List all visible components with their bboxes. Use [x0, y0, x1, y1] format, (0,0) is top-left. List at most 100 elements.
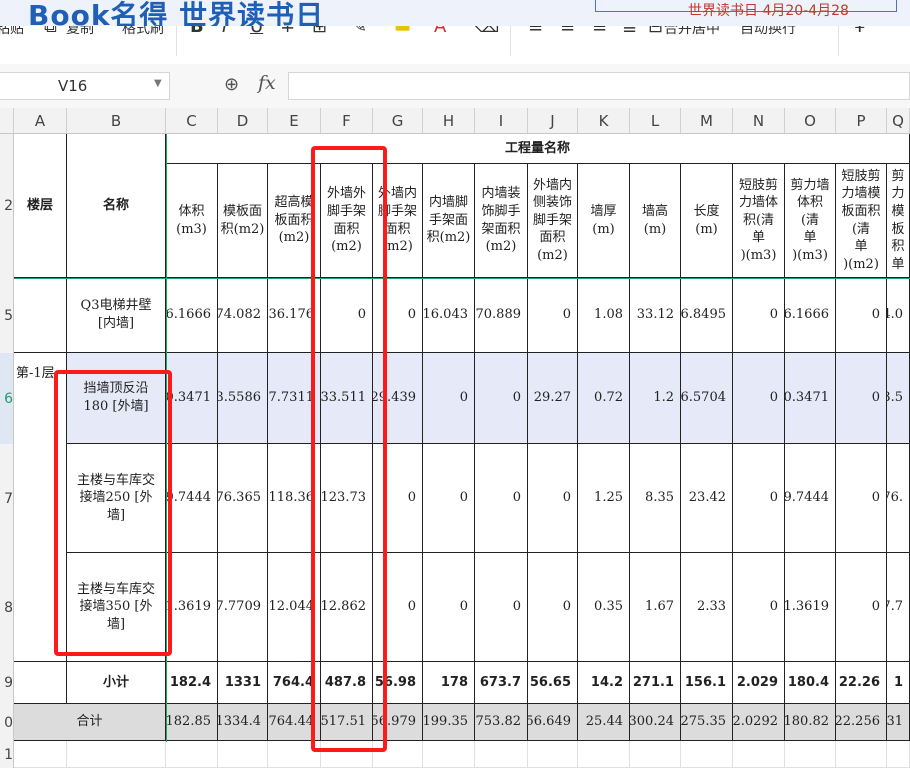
total-cell[interactable]: 56.649: [528, 704, 578, 741]
header-col-j[interactable]: 外墙内 侧装饰 脚手架 面积 (m2): [528, 164, 578, 278]
total-cell[interactable]: 56.979: [373, 704, 423, 741]
total-label[interactable]: 合计: [14, 704, 166, 741]
subtotal-cell[interactable]: 673.7: [475, 662, 528, 704]
header-col-f[interactable]: 外墙外 脚手架 面积 (m2): [321, 164, 373, 278]
copy-button[interactable]: 复制: [66, 26, 94, 38]
floor-cell[interactable]: 第-1层: [14, 353, 67, 662]
column-header-i[interactable]: I: [475, 108, 528, 134]
header-col-g[interactable]: 外墙内 脚手架 面积 (m2): [373, 164, 423, 278]
empty-cell[interactable]: [423, 741, 475, 768]
table-cell[interactable]: 0: [528, 444, 578, 553]
column-header-m[interactable]: M: [681, 108, 733, 134]
column-header-b[interactable]: B: [67, 108, 166, 134]
align-left-icon[interactable]: ≡: [528, 26, 543, 37]
underline-icon[interactable]: U: [250, 26, 263, 37]
subtotal-cell[interactable]: 271.1: [630, 662, 681, 704]
table-cell[interactable]: 0: [836, 353, 887, 444]
subtotal-cell[interactable]: 764.4: [268, 662, 321, 704]
total-cell[interactable]: 25.44: [578, 704, 630, 741]
header-group-title[interactable]: 工程量名称: [166, 134, 910, 164]
table-cell[interactable]: 29.27: [528, 353, 578, 444]
table-cell[interactable]: 0.3471: [166, 353, 218, 444]
total-cell[interactable]: 753.82: [475, 704, 528, 741]
row-name[interactable]: Q3电梯井壁 [内墙]: [67, 278, 166, 353]
table-cell[interactable]: 2.33: [681, 553, 733, 662]
header-col-m[interactable]: 长度 (m): [681, 164, 733, 278]
table-cell[interactable]: 3.5: [887, 353, 910, 444]
table-cell[interactable]: 0: [733, 444, 785, 553]
column-header-e[interactable]: E: [268, 108, 321, 134]
table-cell[interactable]: 0.72: [578, 353, 630, 444]
subtotal-cell[interactable]: 2.029: [733, 662, 785, 704]
table-cell[interactable]: 7.7: [887, 553, 910, 662]
total-cell[interactable]: 22.256: [836, 704, 887, 741]
empty-cell[interactable]: [14, 741, 67, 768]
row-name[interactable]: 挡墙顶反沿 180 [外墙]: [67, 353, 166, 444]
name-box[interactable]: V16 ▼: [0, 72, 170, 100]
table-cell[interactable]: 6.1666: [785, 278, 836, 353]
table-cell[interactable]: 3.5586: [218, 353, 268, 444]
table-cell[interactable]: 33.12: [630, 278, 681, 353]
header-col-i[interactable]: 内墙装 饰脚手 架面积 (m2): [475, 164, 528, 278]
column-header-l[interactable]: L: [630, 108, 681, 134]
table-cell[interactable]: 118.36: [268, 444, 321, 553]
align-right-icon[interactable]: ≡: [592, 26, 607, 37]
table-cell[interactable]: 0: [373, 278, 423, 353]
table-cell[interactable]: 1.25: [578, 444, 630, 553]
header-name[interactable]: 名称: [67, 134, 166, 278]
total-cell[interactable]: 517.51: [321, 704, 373, 741]
row-name[interactable]: 主楼与车库交 接墙250 [外 墙]: [67, 444, 166, 553]
header-col-l[interactable]: 墙高 (m): [630, 164, 681, 278]
header-col-e[interactable]: 超高模 板面积 (m2): [268, 164, 321, 278]
clear-format-icon[interactable]: ⌫: [474, 26, 499, 37]
header-col-k[interactable]: 墙厚 (m): [578, 164, 630, 278]
table-cell[interactable]: 0.3471: [785, 353, 836, 444]
table-cell[interactable]: 6.5704: [681, 353, 733, 444]
subtotal-cell[interactable]: 56.98: [373, 662, 423, 704]
subtotal-cell[interactable]: 1331: [218, 662, 268, 704]
table-cell[interactable]: 7.7709: [218, 553, 268, 662]
row-header-9[interactable]: 9: [0, 662, 14, 704]
table-cell[interactable]: 6.8495: [681, 278, 733, 353]
row-name[interactable]: 主楼与车库交 接墙350 [外 墙]: [67, 553, 166, 662]
table-cell[interactable]: 0: [475, 553, 528, 662]
table-cell[interactable]: 0: [733, 353, 785, 444]
table-cell[interactable]: 76.365: [218, 444, 268, 553]
subtotal-cell[interactable]: 56.65: [528, 662, 578, 704]
header-col-o[interactable]: 剪力墙 体积 (清 单 )(m3): [785, 164, 836, 278]
subtotal-cell[interactable]: 14.2: [578, 662, 630, 704]
empty-cell[interactable]: [67, 741, 166, 768]
subtotal-cell[interactable]: 182.4: [166, 662, 218, 704]
table-cell[interactable]: 0: [423, 444, 475, 553]
table-cell[interactable]: 1.3619: [166, 553, 218, 662]
table-cell[interactable]: 0: [733, 553, 785, 662]
table-cell[interactable]: 0: [836, 553, 887, 662]
border-icon[interactable]: ⊞: [312, 26, 327, 37]
table-cell[interactable]: 12.862: [321, 553, 373, 662]
table-cell[interactable]: 74.0: [887, 278, 910, 353]
table-cell[interactable]: 0: [423, 353, 475, 444]
total-cell[interactable]: 199.35: [423, 704, 475, 741]
total-cell[interactable]: 2.0292: [733, 704, 785, 741]
highlight-icon[interactable]: ▬: [394, 26, 411, 37]
subtotal-cell[interactable]: 1: [887, 662, 910, 704]
column-header-q[interactable]: Q: [887, 108, 910, 134]
empty-cell[interactable]: [321, 741, 373, 768]
column-header-c[interactable]: C: [166, 108, 218, 134]
table-cell[interactable]: 0: [836, 444, 887, 553]
table-cell[interactable]: 0: [528, 553, 578, 662]
formula-input[interactable]: [288, 72, 910, 100]
table-cell[interactable]: 1.2: [630, 353, 681, 444]
fill-color-icon[interactable]: ✎: [352, 26, 367, 37]
empty-cell[interactable]: [836, 741, 887, 768]
wrap-text-button[interactable]: 自动换行: [740, 26, 796, 38]
select-all-corner[interactable]: [0, 108, 14, 134]
bold-icon[interactable]: B: [190, 26, 204, 37]
column-header-p[interactable]: P: [836, 108, 887, 134]
column-header-f[interactable]: F: [321, 108, 373, 134]
empty-cell[interactable]: [268, 741, 321, 768]
format-painter-button[interactable]: 格式刷: [122, 26, 164, 38]
row-header-0[interactable]: 0: [0, 704, 14, 741]
total-cell[interactable]: 1334.4: [218, 704, 268, 741]
total-cell[interactable]: 182.85: [166, 704, 218, 741]
